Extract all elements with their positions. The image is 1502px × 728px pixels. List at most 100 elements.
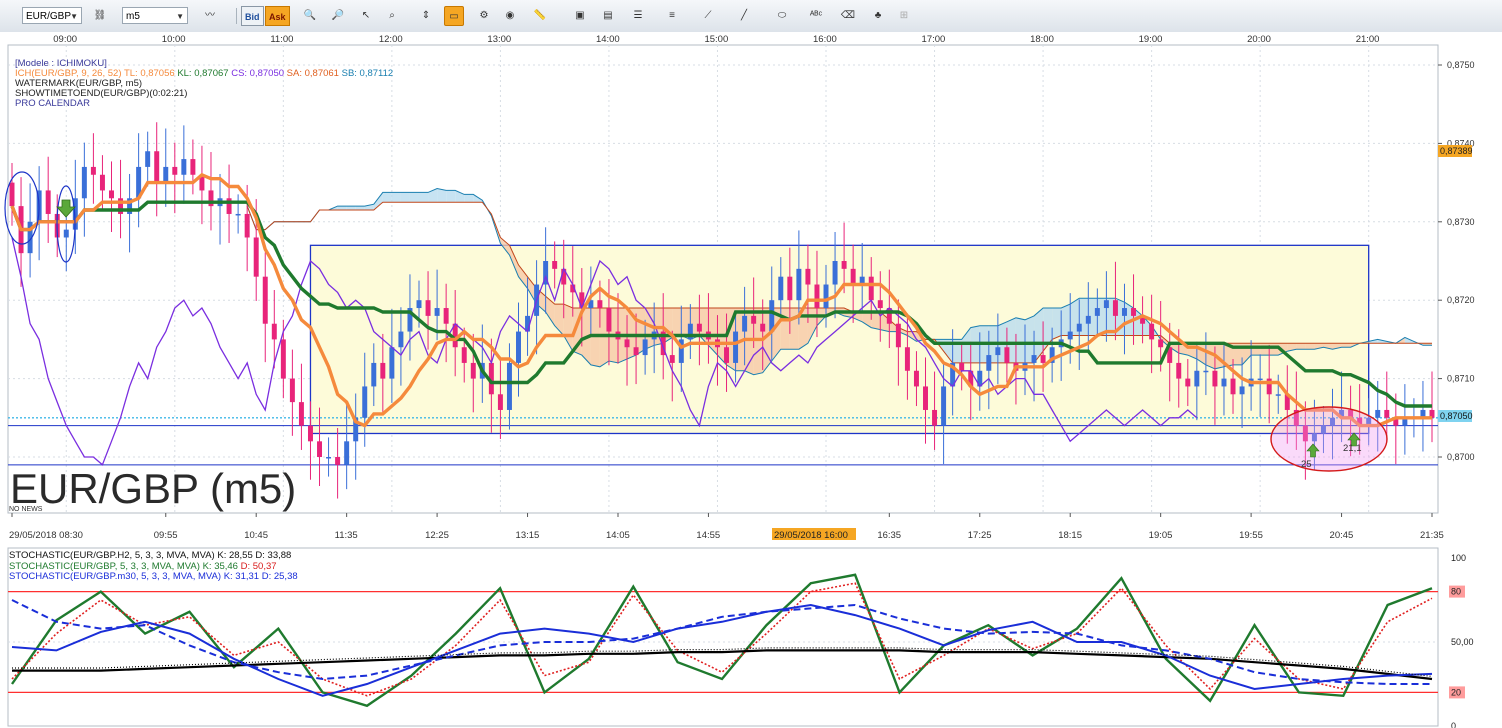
ichimoku-cloud-segment bbox=[346, 206, 356, 211]
pin-icon[interactable]: ⊞ bbox=[894, 6, 914, 26]
price-current-label: 0,87050 bbox=[1440, 411, 1473, 421]
time-tick-label: 14:55 bbox=[696, 530, 720, 540]
candle-body bbox=[9, 182, 15, 207]
time-tick-label: 12:25 bbox=[425, 530, 449, 540]
fan-icon[interactable]: ⟋ bbox=[698, 6, 718, 26]
candle-body bbox=[307, 425, 313, 442]
candle-body bbox=[796, 268, 802, 301]
candle-body bbox=[1067, 331, 1073, 340]
bid-button[interactable]: Bid bbox=[241, 6, 264, 26]
candle-body bbox=[877, 300, 883, 309]
no-news-label: NO NEWS bbox=[9, 506, 43, 513]
text-icon[interactable]: ᴬᴮᶜ bbox=[806, 6, 826, 26]
ichimoku-cloud-segment bbox=[1260, 343, 1270, 356]
candle-body bbox=[271, 323, 277, 340]
trendline-icon[interactable]: ╱ bbox=[734, 6, 754, 26]
ichimoku-cloud-segment bbox=[1341, 343, 1351, 348]
ichimoku-cloud-segment bbox=[1015, 317, 1025, 363]
candle-body bbox=[760, 323, 766, 332]
candle-body bbox=[389, 347, 395, 379]
candle-body bbox=[1121, 308, 1127, 316]
toolbar: EUR/GBP ▼ ⛓ m5 ▼ 〰 Bid Ask 🔍 🔎 ↖ ⌕ ⇕ ▭ ⚙ ◉… bbox=[0, 0, 1502, 33]
candle-body bbox=[371, 362, 377, 387]
legend-cs: CS: 0,87050 bbox=[231, 68, 285, 79]
candle-body bbox=[624, 339, 630, 348]
candle-body bbox=[1076, 323, 1082, 332]
time-tick-label: 14:00 bbox=[596, 34, 620, 45]
time-tick-label: 11:00 bbox=[270, 34, 293, 45]
time-tick-label: 16:00 bbox=[813, 34, 837, 45]
watermark-title: EUR/GBP (m5) bbox=[10, 465, 297, 512]
candle-body bbox=[1239, 386, 1245, 395]
candle-body bbox=[1375, 409, 1381, 418]
fit-icon[interactable]: ⇕ bbox=[416, 6, 436, 26]
ruler-icon[interactable]: 📏 bbox=[530, 6, 550, 26]
time-tick-label: 09:00 bbox=[53, 34, 77, 45]
ichimoku-cloud-segment bbox=[1305, 343, 1315, 350]
candle-body bbox=[868, 276, 874, 301]
candle-body bbox=[814, 284, 820, 309]
stoch-tick-label: 20 bbox=[1451, 687, 1461, 697]
candle-body bbox=[1040, 355, 1046, 363]
time-tick-label: 09:55 bbox=[154, 530, 178, 540]
candle-body bbox=[1212, 370, 1218, 387]
zoom-area-icon[interactable]: ⌕ bbox=[382, 6, 402, 26]
ichimoku-cloud-segment bbox=[780, 308, 790, 350]
ichimoku-cloud-segment bbox=[382, 192, 392, 203]
candle-body bbox=[1004, 347, 1010, 363]
ask-button[interactable]: Ask bbox=[265, 6, 290, 26]
cursor-icon[interactable]: ↖ bbox=[356, 6, 376, 26]
tree-icon[interactable]: ♣ bbox=[868, 6, 888, 26]
candle-body bbox=[298, 402, 304, 426]
zoom-in-icon[interactable]: 🔍 bbox=[300, 6, 320, 26]
ichimoku-cloud-segment bbox=[1251, 343, 1261, 356]
eraser-icon[interactable]: ⌫ bbox=[838, 6, 858, 26]
picture-icon[interactable]: ▣ bbox=[570, 6, 590, 26]
lines-icon[interactable]: ≡ bbox=[662, 6, 682, 26]
candle-body bbox=[63, 229, 69, 238]
candle-body bbox=[823, 284, 829, 309]
candle-body bbox=[724, 347, 730, 363]
symbol-value: EUR/GBP bbox=[26, 11, 72, 22]
candle-body bbox=[1203, 370, 1209, 373]
candle-body bbox=[45, 190, 51, 214]
chart-legend: [Modele : ICHIMOKU] ICH(EUR/GBP, 9, 26, … bbox=[15, 59, 393, 109]
candle-body bbox=[516, 331, 521, 363]
time-tick-label: 19:05 bbox=[1149, 530, 1173, 540]
time-tick-label: 18:15 bbox=[1058, 530, 1082, 540]
ichimoku-cloud-segment bbox=[391, 192, 401, 203]
globe-icon[interactable]: ◉ bbox=[500, 6, 520, 26]
zoom-out-icon[interactable]: 🔎 bbox=[328, 6, 348, 26]
stoch-legend-m5-name: STOCHASTIC(EUR/GBP, 5, 3, 3, MVA, MVA) bbox=[9, 560, 200, 572]
time-tick-label: 17:25 bbox=[968, 530, 992, 540]
candle-body bbox=[398, 331, 404, 348]
ichimoku-cloud-segment bbox=[672, 308, 682, 338]
layout-icon[interactable]: ☰ bbox=[628, 6, 648, 26]
price-tick-label: 0,8710 bbox=[1447, 374, 1475, 384]
time-tick-label: 20:00 bbox=[1247, 34, 1271, 45]
symbol-select[interactable]: EUR/GBP ▼ bbox=[22, 7, 82, 24]
candle-body bbox=[895, 323, 901, 348]
stoch-legend-m30: STOCHASTIC(EUR/GBP.m30, 5, 3, 3, MVA, MV… bbox=[9, 571, 298, 583]
template-icon[interactable]: ▤ bbox=[598, 6, 618, 26]
chart-type-icon[interactable]: 〰 bbox=[200, 6, 220, 26]
candle-body bbox=[597, 300, 603, 309]
candle-body bbox=[109, 190, 114, 199]
candle-body bbox=[778, 276, 784, 301]
candle-body bbox=[470, 362, 476, 379]
indicator-icon[interactable]: ⚙ bbox=[474, 6, 494, 26]
ellipse-icon[interactable]: ⬭ bbox=[772, 6, 792, 26]
candle-body bbox=[923, 386, 928, 410]
candle-body bbox=[986, 355, 992, 371]
link-icon[interactable]: ⛓ bbox=[90, 6, 110, 26]
candle-body bbox=[190, 159, 196, 175]
candle-body bbox=[317, 441, 323, 457]
candle-body bbox=[669, 355, 675, 363]
comment-icon[interactable]: ▭ bbox=[444, 6, 464, 26]
ichimoku-cloud-segment bbox=[1052, 308, 1062, 340]
timeframe-select[interactable]: m5 ▼ bbox=[122, 7, 188, 24]
candle-body bbox=[1103, 300, 1109, 309]
candle-body bbox=[253, 237, 259, 277]
candle-body bbox=[850, 268, 856, 285]
time-tick-label: 14:05 bbox=[606, 530, 630, 540]
